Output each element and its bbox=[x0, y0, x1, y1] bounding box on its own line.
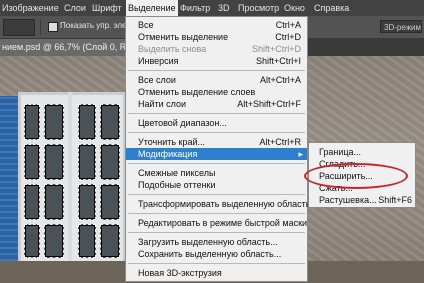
menu-view[interactable]: Просмотр bbox=[236, 0, 281, 16]
menu-separator bbox=[128, 163, 305, 164]
menu-item-deselect-layers[interactable]: Отменить выделение слоев bbox=[126, 86, 307, 98]
menu-item-quick-mask[interactable]: Редактировать в режиме быстрой маски bbox=[126, 217, 307, 229]
window-pane-selection bbox=[44, 144, 64, 180]
window-pane-selection bbox=[78, 184, 96, 220]
menu-separator bbox=[128, 213, 305, 214]
menu-window[interactable]: Окно bbox=[282, 0, 307, 16]
menu-bar: Изображение Слои Шрифт Выделение Фильтр … bbox=[0, 0, 424, 16]
window-pane-selection bbox=[44, 224, 64, 258]
submenu-item-feather[interactable]: Растушевка... Shift+F6 bbox=[309, 194, 415, 206]
menu-filter[interactable]: Фильтр bbox=[178, 0, 212, 16]
menu-item-all-layers[interactable]: Все слои Alt+Ctrl+A bbox=[126, 74, 307, 86]
3d-mode-label: 3D-режим: bbox=[380, 20, 422, 33]
menu-item-transform-selection[interactable]: Трансформировать выделенную область bbox=[126, 198, 310, 210]
select-menu-dropdown: Все Ctrl+A Отменить выделение Ctrl+D Выдел… bbox=[125, 16, 310, 282]
submenu-item-border[interactable]: Граница... bbox=[309, 146, 415, 158]
window-pane-selection bbox=[100, 224, 120, 258]
menu-layers[interactable]: Слои bbox=[62, 0, 88, 16]
menu-item-reselect: Выделить снова Shift+Ctrl+D bbox=[138, 44, 301, 54]
window-mullion bbox=[68, 92, 72, 283]
window-pane-selection bbox=[100, 144, 120, 180]
menu-item-inverse[interactable]: Инверсия Shift+Ctrl+I bbox=[126, 55, 307, 67]
window-pane-selection bbox=[78, 104, 96, 140]
window-pane-selection bbox=[78, 224, 96, 258]
menu-item-modify[interactable]: Модификация ▸ bbox=[126, 148, 307, 160]
menu-separator bbox=[128, 263, 305, 264]
menu-item-all[interactable]: Все Ctrl+A bbox=[126, 19, 307, 31]
menu-item-deselect[interactable]: Отменить выделение Ctrl+D bbox=[126, 31, 307, 43]
window-pane-selection bbox=[24, 184, 40, 220]
window-pane-selection bbox=[44, 104, 64, 140]
submenu-arrow-icon: ▸ bbox=[298, 149, 303, 159]
window-pane-selection bbox=[100, 104, 120, 140]
menu-select[interactable]: Выделение bbox=[126, 0, 178, 16]
tool-preset-picker[interactable] bbox=[3, 19, 35, 36]
window-pane-selection bbox=[44, 184, 64, 220]
window-pane-selection bbox=[24, 144, 40, 180]
menu-separator bbox=[128, 194, 305, 195]
menu-item-find-layers[interactable]: Найти слои Alt+Shift+Ctrl+F bbox=[126, 98, 307, 110]
menu-3d[interactable]: 3D bbox=[216, 0, 232, 16]
menu-item-color-range[interactable]: Цветовой диапазон... bbox=[126, 117, 307, 129]
menu-separator bbox=[128, 70, 305, 71]
window-pane-selection bbox=[100, 184, 120, 220]
window-pane-selection bbox=[24, 104, 40, 140]
menu-help[interactable]: Справка bbox=[312, 0, 351, 16]
menu-separator bbox=[128, 113, 305, 114]
window-pane-selection bbox=[78, 144, 96, 180]
show-transform-controls-checkbox[interactable] bbox=[48, 22, 58, 32]
annotation-circle bbox=[304, 163, 408, 189]
menu-item-grow[interactable]: Смежные пикселы bbox=[126, 167, 307, 179]
menu-image[interactable]: Изображение bbox=[0, 0, 61, 16]
menu-separator bbox=[128, 132, 305, 133]
menu-type[interactable]: Шрифт bbox=[90, 0, 124, 16]
blue-shutter bbox=[0, 96, 18, 283]
menu-item-new-3d-extrusion[interactable]: Новая 3D-экструзия bbox=[126, 267, 307, 279]
menu-separator bbox=[128, 232, 305, 233]
window-pane-selection bbox=[24, 224, 40, 258]
menu-item-refine-edge[interactable]: Уточнить край... Alt+Ctrl+R bbox=[126, 136, 307, 148]
options-divider bbox=[40, 19, 41, 35]
menu-item-similar[interactable]: Подобные оттенки bbox=[126, 179, 307, 191]
menu-item-save-selection[interactable]: Сохранить выделенную область... bbox=[126, 248, 307, 260]
menu-item-load-selection[interactable]: Загрузить выделенную область... bbox=[126, 236, 307, 248]
show-transform-controls-label: Показать упр. элем. bbox=[60, 21, 135, 30]
